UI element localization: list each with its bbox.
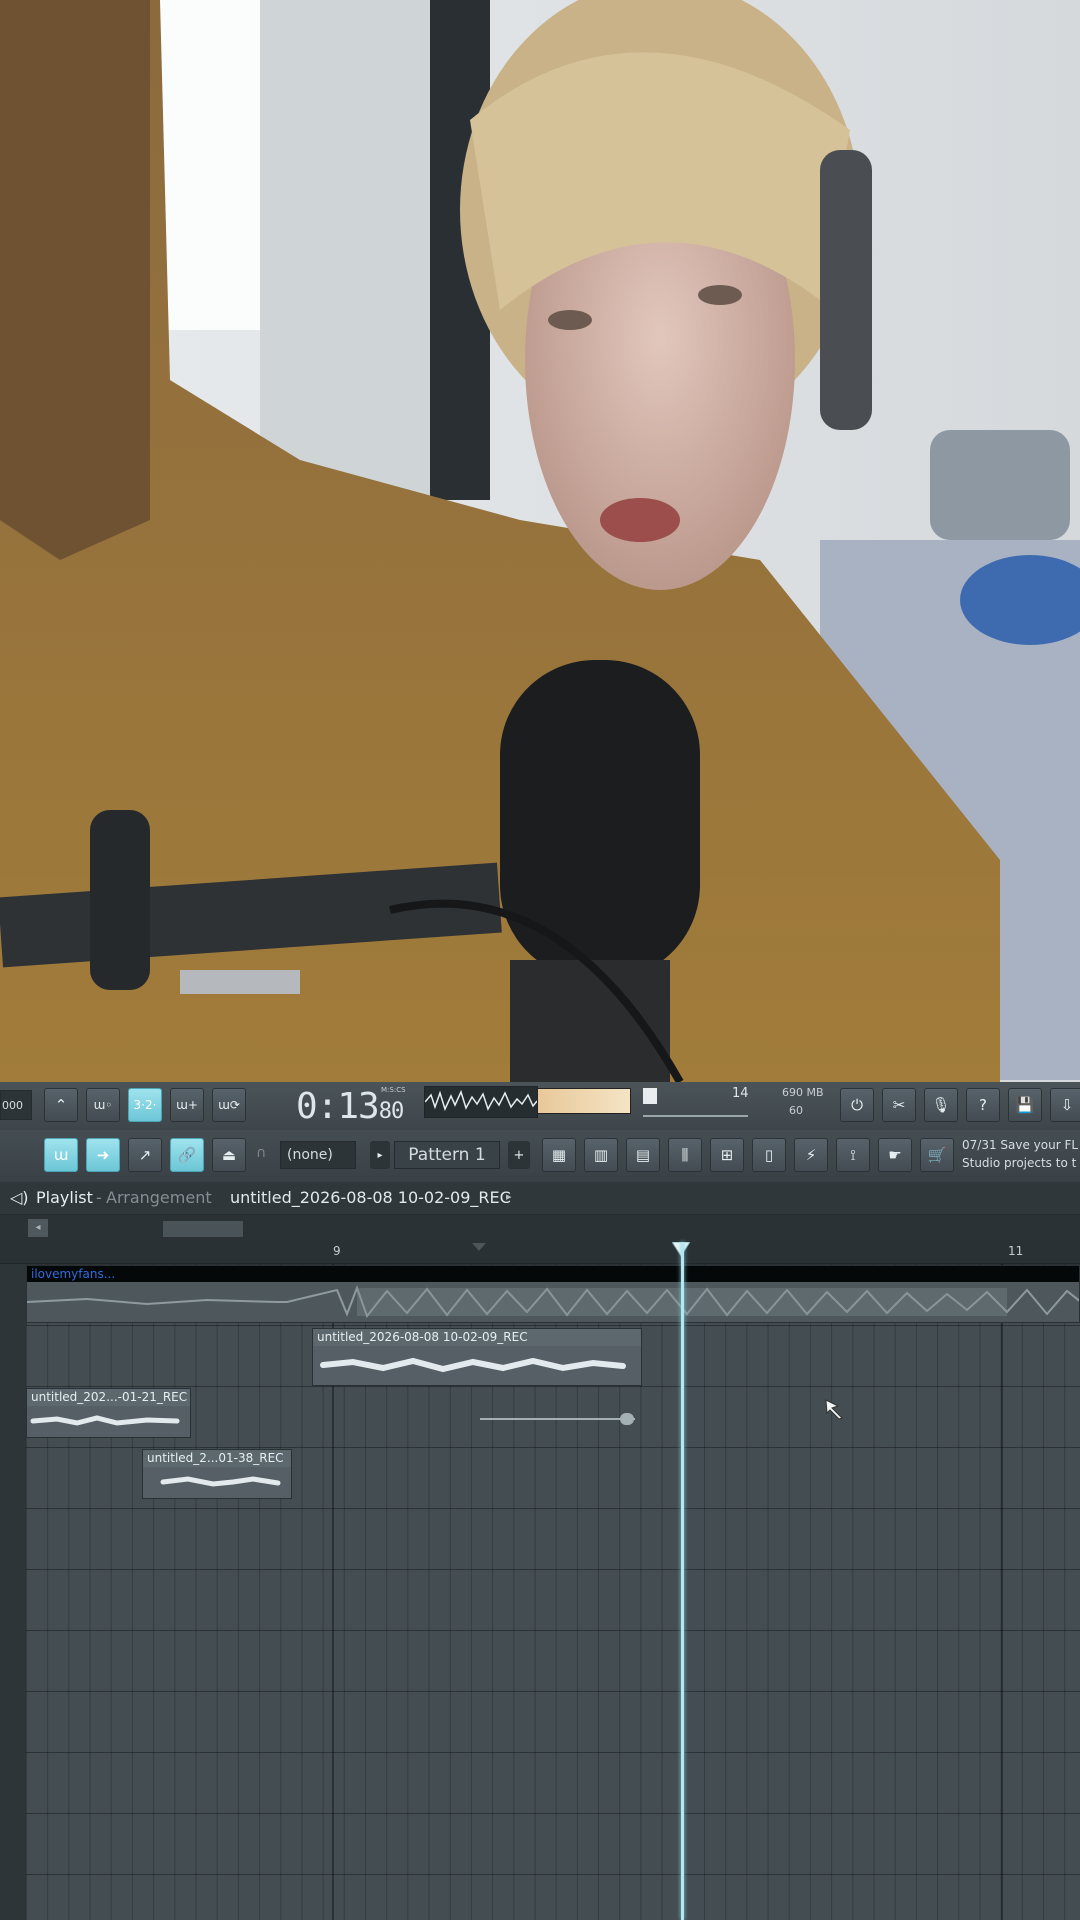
tools-toolbar: ɯ ➜ ↗ 🔗 ⏏ ∩ (none) ▸ Pattern 1 + ▦ ▥ ▤ ⫼… xyxy=(0,1130,1080,1183)
touch-keyboard-icon[interactable]: ☛ xyxy=(878,1138,912,1172)
render-icon[interactable]: ⇩ xyxy=(1050,1088,1080,1122)
scroll-thumb[interactable] xyxy=(162,1220,244,1238)
selected-file[interactable]: untitled_2026-08-08 10-02-09_REC xyxy=(230,1188,511,1207)
clip-waveform xyxy=(320,1357,626,1373)
browser-icon[interactable]: ⊞ xyxy=(710,1138,744,1172)
time-unit-label: M:S:CS xyxy=(381,1086,406,1094)
oscilloscope-wave xyxy=(424,1089,538,1112)
hint-line-2: Studio projects to t xyxy=(962,1156,1077,1170)
mixer-icon[interactable]: ⫼ xyxy=(668,1138,702,1172)
stamp-icon[interactable]: ⏏ xyxy=(212,1138,246,1172)
clip-waveform xyxy=(27,1282,1079,1322)
mouse-cursor-icon xyxy=(824,1398,846,1424)
clip-label: untitled_2026-08-08 10-02-09_REC xyxy=(313,1329,641,1346)
pattern-prev-icon[interactable]: ▸ xyxy=(370,1141,390,1169)
playlist-subtitle: Arrangement xyxy=(106,1188,212,1207)
loop-record-icon[interactable]: ɯ⟳ xyxy=(212,1088,246,1122)
daw-window: 000 ⌃ ɯ◦ 3·2· ɯ+ ɯ⟳ 0:1380 M:S:CS 14 690… xyxy=(0,1082,1080,1920)
add-pattern-icon[interactable]: + xyxy=(508,1141,530,1169)
title-separator: - xyxy=(96,1188,102,1207)
ruler-bar-9: 9 xyxy=(333,1244,341,1258)
tempo-display[interactable]: 000 xyxy=(0,1090,32,1120)
transport-toolbar: 000 ⌃ ɯ◦ 3·2· ɯ+ ɯ⟳ 0:1380 M:S:CS 14 690… xyxy=(0,1082,1080,1131)
metronome-icon[interactable]: ⌃ xyxy=(44,1088,78,1122)
automation-point[interactable] xyxy=(620,1413,634,1425)
shop-icon[interactable]: 🛒 xyxy=(920,1138,954,1172)
file-arrow-icon[interactable]: ▸ xyxy=(506,1190,512,1203)
clip-untitled-rec-3[interactable]: untitled_2...01-38_REC xyxy=(142,1449,292,1499)
arrow-icon[interactable]: ➜ xyxy=(86,1138,120,1172)
link-icon[interactable]: 🔗 xyxy=(170,1138,204,1172)
save-icon[interactable]: 💾 xyxy=(1008,1088,1042,1122)
horizontal-scrollbar[interactable]: ◂ xyxy=(0,1215,1080,1241)
webcam-overlay xyxy=(0,0,1080,1082)
ruler-bar-11: 11 xyxy=(1008,1244,1024,1258)
hint-line-1: 07/31 Save your FL xyxy=(962,1138,1079,1152)
playlist-title: Playlist xyxy=(36,1188,93,1207)
clip-label: untitled_202...-01-21_REC xyxy=(27,1389,190,1406)
step-edit-icon[interactable]: ɯ+ xyxy=(170,1088,204,1122)
clip-untitled-rec-2[interactable]: untitled_202...-01-21_REC xyxy=(26,1388,191,1438)
playlist-icon[interactable]: ▦ xyxy=(542,1138,576,1172)
microphone-icon[interactable]: 🎙 xyxy=(924,1088,958,1122)
timeline-ruler[interactable]: 9 11 xyxy=(0,1241,1080,1264)
playhead[interactable] xyxy=(681,1242,684,1920)
speaker-icon[interactable]: ◁) xyxy=(10,1188,29,1207)
clip-label: ilovemyfans... xyxy=(27,1266,1079,1283)
polyphony-value: 60 xyxy=(789,1104,803,1117)
track-headers xyxy=(0,1264,27,1920)
tempo-tapper-icon[interactable]: ⟟ xyxy=(836,1138,870,1172)
clip-label: untitled_2...01-38_REC xyxy=(143,1450,291,1467)
clip-untitled-rec-main[interactable]: untitled_2026-08-08 10-02-09_REC xyxy=(312,1328,642,1386)
pattern-select[interactable]: Pattern 1 xyxy=(394,1141,500,1169)
hint-bar: 07/31 Save your FL Studio projects to t xyxy=(962,1136,1080,1172)
scroll-left-icon[interactable]: ◂ xyxy=(28,1219,48,1237)
clip-waveform xyxy=(30,1415,180,1426)
magnet-icon[interactable]: ∩ xyxy=(256,1145,266,1161)
clip-waveform xyxy=(160,1476,281,1487)
webcam-image xyxy=(0,0,1080,1082)
piano-roll-window-icon[interactable]: ▤ xyxy=(626,1138,660,1172)
snap-select[interactable]: (none) xyxy=(280,1141,356,1169)
output-meter xyxy=(537,1088,631,1114)
playlist-header: ◁) Playlist - Arrangement untitled_2026-… xyxy=(0,1182,1080,1215)
help-icon[interactable]: ? xyxy=(966,1088,1000,1122)
countdown-icon[interactable]: 3·2· xyxy=(128,1088,162,1122)
bar-line xyxy=(1001,1264,1003,1920)
oscilloscope xyxy=(424,1086,538,1118)
song-time-main: 0:13 xyxy=(296,1086,380,1127)
scissors-icon[interactable]: ✂ xyxy=(882,1088,916,1122)
memory-usage: 690 MB xyxy=(782,1086,824,1099)
cpu-value: 14 xyxy=(732,1086,749,1101)
project-icon[interactable]: ▯ xyxy=(752,1138,786,1172)
wait-input-icon[interactable]: ɯ◦ xyxy=(86,1088,120,1122)
song-time-cs: 80 xyxy=(378,1099,404,1124)
power-icon[interactable]: ⏻ xyxy=(840,1088,874,1122)
plugin-icon[interactable]: ⚡ xyxy=(794,1138,828,1172)
automation-line[interactable] xyxy=(480,1418,635,1420)
master-volume-handle[interactable] xyxy=(643,1088,657,1104)
master-pitch-slider[interactable] xyxy=(643,1115,748,1117)
channel-rack-icon[interactable]: ▥ xyxy=(584,1138,618,1172)
piano-roll-icon[interactable]: ɯ xyxy=(44,1138,78,1172)
clip-ilovemyfans[interactable]: ilovemyfans... xyxy=(26,1265,1080,1323)
loop-marker-icon xyxy=(472,1243,486,1251)
pitch-bend-icon[interactable]: ↗ xyxy=(128,1138,162,1172)
